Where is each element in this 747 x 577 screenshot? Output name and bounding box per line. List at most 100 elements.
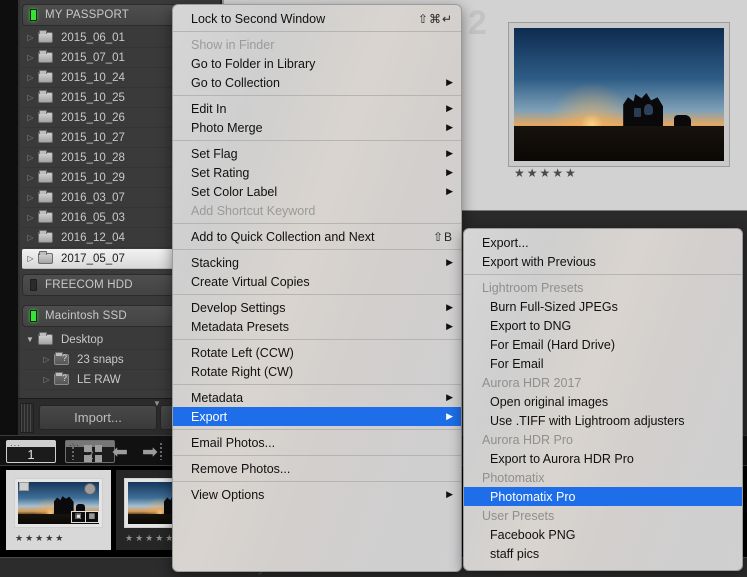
menu-item-photo-merge[interactable]: Photo Merge ▶ [173,118,461,137]
menu-item-label: Develop Settings [191,300,286,315]
menu-item-add-shortcut-keyword: Add Shortcut Keyword [173,201,461,220]
chevron-right-icon: ▶ [446,321,453,331]
page-button-label: 1 [27,447,35,462]
menu-item-label: Lightroom Presets [482,280,584,295]
submenu-header-user-presets: User Presets [464,506,742,525]
menu-item-shortcut: ⇧B [432,229,453,244]
loupe-preview[interactable] [508,22,730,167]
panel-grip[interactable] [20,403,34,433]
menu-item-lock-to-second-window[interactable]: Lock to Second Window ⇧⌘↵ [173,9,461,28]
menu-item-label: Set Flag [191,146,238,161]
menu-item-label: Use .TIFF with Lightroom adjusters [490,413,685,428]
submenu-item-open-original-images[interactable]: Open original images [464,392,742,411]
left-gutter [0,0,18,435]
thumbnail-rating[interactable]: ★★★★★ [125,533,175,544]
menu-item-go-to-folder-in-library[interactable]: Go to Folder in Library [173,54,461,73]
menu-item-export[interactable]: Export ▶ [173,407,461,426]
submenu-item-export-to-dng[interactable]: Export to DNG [464,316,742,335]
menu-item-create-virtual-copies[interactable]: Create Virtual Copies [173,272,461,291]
menu-item-develop-settings[interactable]: Develop Settings ▶ [173,298,461,317]
drive-led-icon [30,279,37,291]
export-submenu[interactable]: Export... Export with Previous Lightroom… [463,228,743,571]
lightroom-window: 2 ▣▦ ★★★★★ MY PASSPORT ▷2015_06_01 ▷2015… [0,0,747,577]
menu-item-set-color-label[interactable]: Set Color Label ▶ [173,182,461,201]
menu-item-label: Metadata Presets [191,319,289,334]
submenu-item-export-with-previous[interactable]: Export with Previous [464,252,742,271]
menu-item-label: Open original images [490,394,609,409]
menu-item-label: Add to Quick Collection and Next [191,229,375,244]
menu-item-shortcut: ⇧⌘↵ [417,11,453,26]
menu-item-label: Burn Full-Sized JPEGs [490,299,618,314]
menu-item-metadata[interactable]: Metadata ▶ [173,388,461,407]
menu-item-set-rating[interactable]: Set Rating ▶ [173,163,461,182]
menu-item-stacking[interactable]: Stacking ▶ [173,253,461,272]
menu-item-rotate-left[interactable]: Rotate Left (CCW) [173,343,461,362]
menu-item-label: Lock to Second Window [191,11,326,26]
submenu-header-photomatix: Photomatix [464,468,742,487]
submenu-item-use-tiff-with-lightroom-adjusters[interactable]: Use .TIFF with Lightroom adjusters [464,411,742,430]
submenu-item-for-email-hard-drive[interactable]: For Email (Hard Drive) [464,335,742,354]
chevron-right-icon: ▶ [446,167,453,177]
folder-label: 2015_10_29 [61,171,125,184]
folder-label: 2015_10_27 [61,131,125,144]
folder-label: 2016_03_07 [61,191,125,204]
folder-label: 2015_10_28 [61,151,125,164]
menu-item-edit-in[interactable]: Edit In ▶ [173,99,461,118]
menu-item-label: Export with Previous [482,254,596,269]
menu-item-label: Edit In [191,101,227,116]
menu-separator [173,429,461,430]
menu-item-label: View Options [191,487,265,502]
chevron-right-icon: ▶ [446,392,453,402]
submenu-item-staff-pics[interactable]: staff pics [464,544,742,563]
menu-item-label: Email Photos... [191,435,276,450]
page-button-1[interactable]: ··· 1 [6,440,56,463]
menu-item-add-to-quick-collection-and-next[interactable]: Add to Quick Collection and Next ⇧B [173,227,461,246]
menu-item-label: Export... [482,235,529,250]
submenu-item-facebook-png[interactable]: Facebook PNG [464,525,742,544]
grid-view-icon[interactable] [84,445,102,462]
folder-label: LE RAW [77,373,121,386]
submenu-item-export-to-aurora-hdr-pro[interactable]: Export to Aurora HDR Pro [464,449,742,468]
photo-context-menu[interactable]: Lock to Second Window ⇧⌘↵ Show in Finder… [172,4,462,572]
menu-item-label: Show in Finder [191,37,275,52]
folder-label: 2016_05_03 [61,211,125,224]
menu-item-view-options[interactable]: View Options ▶ [173,485,461,504]
arrow-left-icon[interactable]: ⬅ [112,443,128,462]
menu-separator [173,455,461,456]
disclosure-triangle-icon[interactable]: ▼ [22,335,38,344]
submenu-item-for-email[interactable]: For Email [464,354,742,373]
photo-badges[interactable]: ▣ ▦ [71,511,99,523]
menu-item-label: Aurora HDR Pro [482,432,573,447]
menu-item-label: Aurora HDR 2017 [482,375,582,390]
submenu-item-export[interactable]: Export... [464,233,742,252]
submenu-item-burn-full-sized-jpegs[interactable]: Burn Full-Sized JPEGs [464,297,742,316]
chevron-right-icon: ▶ [446,77,453,87]
menu-item-metadata-presets[interactable]: Metadata Presets ▶ [173,317,461,336]
submenu-item-photomatix-pro[interactable]: Photomatix Pro [464,487,742,506]
menu-item-label: Go to Folder in Library [191,56,316,71]
folder-label: 2016_12_04 [61,231,125,244]
foreground-ground [514,126,724,161]
menu-item-label: Export to Aurora HDR Pro [490,451,634,466]
menu-item-label: Set Color Label [191,184,278,199]
arrow-right-icon[interactable]: ➡ [142,443,158,462]
menu-item-set-flag[interactable]: Set Flag ▶ [173,144,461,163]
menu-item-label: Add Shortcut Keyword [191,203,316,218]
folder-label: 2015_06_01 [61,31,125,44]
menu-item-label: User Presets [482,508,555,523]
import-button[interactable]: Import... [39,405,157,430]
chevron-right-icon: ▶ [446,122,453,132]
menu-item-go-to-collection[interactable]: Go to Collection ▶ [173,73,461,92]
menu-separator [173,95,461,96]
menu-item-remove-photos[interactable]: Remove Photos... [173,459,461,478]
menu-separator [173,339,461,340]
menu-item-email-photos[interactable]: Email Photos... [173,433,461,452]
thumbnail-rating[interactable]: ★★★★★ [15,533,65,544]
list-item[interactable]: ▣ ▦ ★★★★★ [6,470,111,550]
menu-item-label: For Email [490,356,544,371]
menu-item-label: Rotate Left (CCW) [191,345,294,360]
toolbar-separator [72,443,74,460]
preview-rating[interactable]: ★★★★★ [514,166,578,180]
menu-item-rotate-right[interactable]: Rotate Right (CW) [173,362,461,381]
menu-item-label: Metadata [191,390,244,405]
